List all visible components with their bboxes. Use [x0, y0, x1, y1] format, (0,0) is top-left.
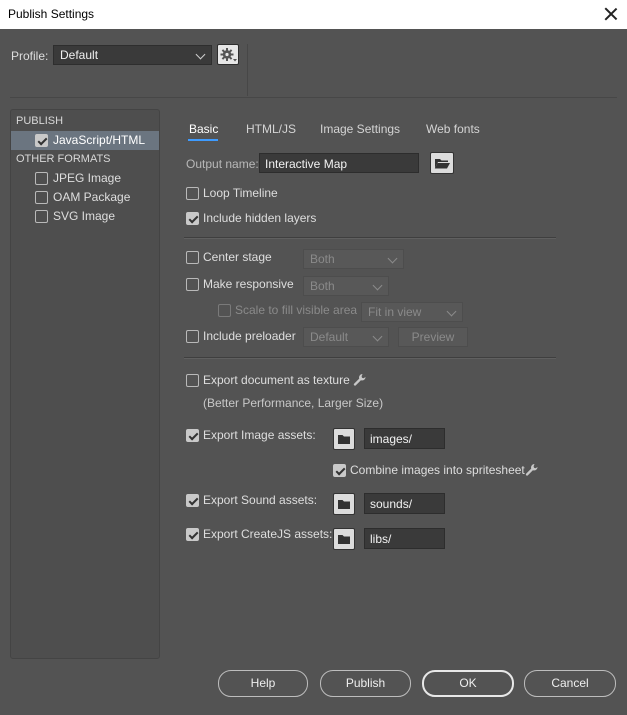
active-tab-indicator	[188, 139, 218, 141]
include-preloader-label: Include preloader	[203, 329, 296, 343]
export-sound-assets-checkbox[interactable]	[186, 494, 199, 507]
make-responsive-select-value: Both	[310, 279, 335, 293]
loop-timeline-label: Loop Timeline	[203, 186, 278, 200]
javascript-html-checkbox[interactable]	[35, 134, 48, 147]
folder-icon	[338, 535, 350, 544]
header-separator	[10, 97, 617, 98]
window-title: Publish Settings	[8, 7, 95, 21]
export-createjs-assets-label: Export CreateJS assets:	[203, 527, 333, 541]
other-formats-header: OTHER FORMATS	[16, 153, 111, 165]
tab-html-js[interactable]: HTML/JS	[246, 122, 296, 136]
sidebar-item-svg[interactable]: SVG Image	[11, 207, 159, 226]
sidebar-item-oam[interactable]: OAM Package	[11, 188, 159, 207]
scale-to-fill-label: Scale to fill visible area	[235, 303, 358, 317]
output-name-label: Output name:	[186, 157, 259, 171]
center-stage-select[interactable]: Both	[303, 249, 404, 269]
scale-to-fill-select-value: Fit in view	[368, 305, 422, 319]
jpeg-checkbox[interactable]	[35, 172, 48, 185]
gear-icon	[220, 48, 237, 62]
sidebar-item-label: JPEG Image	[53, 171, 122, 185]
chevron-down-icon	[372, 331, 383, 342]
close-icon[interactable]	[602, 5, 620, 23]
profile-select[interactable]: Default	[53, 45, 212, 65]
folder-open-icon	[434, 159, 450, 169]
wrench-icon[interactable]	[524, 462, 540, 478]
export-texture-note: (Better Performance, Larger Size)	[203, 396, 384, 410]
section-divider-highlight	[184, 238, 556, 239]
export-texture-checkbox[interactable]	[186, 374, 199, 387]
include-preloader-select[interactable]: Default	[303, 327, 389, 347]
image-assets-folder-button[interactable]	[333, 428, 355, 450]
profile-select-value: Default	[60, 48, 99, 62]
folder-icon	[338, 435, 350, 444]
chevron-down-icon	[446, 306, 457, 317]
section-divider-highlight	[184, 358, 556, 359]
scale-to-fill-checkbox[interactable]	[218, 304, 231, 317]
chevron-down-icon	[372, 280, 383, 291]
publish-button[interactable]: Publish	[320, 670, 411, 697]
output-name-input[interactable]: Interactive Map	[259, 153, 419, 173]
make-responsive-select[interactable]: Both	[303, 276, 389, 296]
output-folder-button[interactable]	[430, 152, 454, 174]
help-button[interactable]: Help	[218, 670, 308, 697]
include-hidden-layers-label: Include hidden layers	[203, 211, 317, 225]
ok-button[interactable]: OK	[422, 670, 514, 697]
sound-assets-path-input[interactable]: sounds/	[364, 493, 445, 514]
scale-to-fill-select[interactable]: Fit in view	[361, 302, 463, 322]
export-createjs-assets-checkbox[interactable]	[186, 528, 199, 541]
title-bar: Publish Settings	[0, 0, 627, 29]
combine-spritesheet-checkbox[interactable]	[333, 464, 346, 477]
sound-assets-folder-button[interactable]	[333, 493, 355, 515]
export-image-assets-label: Export Image assets:	[203, 428, 316, 442]
publish-section-header: PUBLISH	[16, 115, 64, 127]
combine-spritesheet-label: Combine images into spritesheet	[350, 463, 525, 477]
include-preloader-checkbox[interactable]	[186, 330, 199, 343]
createjs-assets-path-input[interactable]: libs/	[364, 528, 445, 549]
sidebar-item-label: JavaScript/HTML	[53, 133, 146, 147]
sidebar-item-javascript-html[interactable]: JavaScript/HTML	[11, 131, 159, 150]
image-assets-path-input[interactable]: images/	[364, 428, 445, 449]
sidebar-item-label: SVG Image	[53, 209, 116, 223]
folder-icon	[338, 500, 350, 509]
chevron-down-icon	[387, 253, 398, 264]
make-responsive-checkbox[interactable]	[186, 278, 199, 291]
center-stage-label: Center stage	[203, 250, 272, 264]
make-responsive-label: Make responsive	[203, 277, 294, 291]
cancel-button[interactable]: Cancel	[524, 670, 616, 697]
export-image-assets-checkbox[interactable]	[186, 429, 199, 442]
wrench-icon[interactable]	[352, 372, 368, 388]
chevron-down-icon	[195, 49, 206, 60]
svg-checkbox[interactable]	[35, 210, 48, 223]
export-sound-assets-label: Export Sound assets:	[203, 493, 318, 507]
center-stage-checkbox[interactable]	[186, 251, 199, 264]
profile-label: Profile:	[11, 49, 49, 63]
oam-checkbox[interactable]	[35, 191, 48, 204]
tab-image-settings[interactable]: Image Settings	[320, 122, 400, 136]
export-texture-label: Export document as texture	[203, 373, 350, 387]
sidebar-item-jpeg[interactable]: JPEG Image	[11, 169, 159, 188]
loop-timeline-checkbox[interactable]	[186, 187, 199, 200]
center-stage-select-value: Both	[310, 252, 335, 266]
profile-options-button[interactable]	[217, 44, 239, 65]
preloader-preview-button[interactable]: Preview	[398, 327, 468, 347]
tab-web-fonts[interactable]: Web fonts	[426, 122, 480, 136]
tab-basic[interactable]: Basic	[189, 122, 218, 136]
vertical-separator	[247, 44, 248, 96]
sidebar-item-label: OAM Package	[53, 190, 131, 204]
createjs-assets-folder-button[interactable]	[333, 528, 355, 550]
include-preloader-select-value: Default	[310, 330, 349, 344]
include-hidden-layers-checkbox[interactable]	[186, 212, 199, 225]
